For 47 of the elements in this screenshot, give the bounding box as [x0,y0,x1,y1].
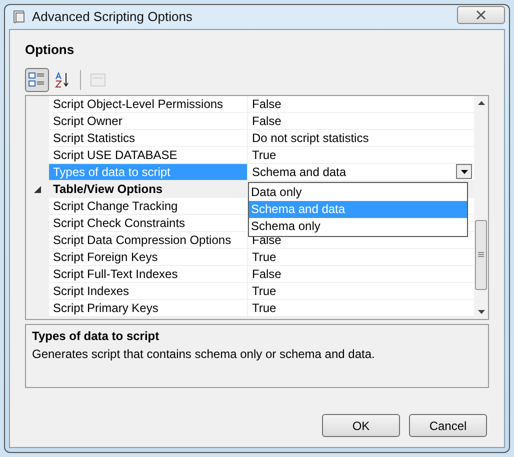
property-value: True [252,282,276,298]
property-pages-icon [89,70,107,88]
property-name[interactable]: Script Primary Keys [49,300,248,316]
property-name[interactable]: Script Foreign Keys [49,248,248,266]
dropdown-option[interactable]: Schema only [249,218,467,234]
value-cell[interactable]: False [248,96,474,112]
value-cell[interactable]: True [248,282,474,300]
property-name[interactable]: Script USE DATABASE [49,146,248,164]
property-value: True [252,300,276,316]
close-icon [476,10,486,20]
collapse-triangle-icon[interactable] [34,186,41,192]
property-value: Schema and data [252,164,346,180]
scroll-thumb[interactable] [475,220,487,290]
value-cell[interactable]: True [248,248,474,266]
dropdown-option[interactable]: Data only [249,184,467,200]
property-value: False [252,112,282,128]
value-cell[interactable]: False [248,112,474,130]
description-title: Types of data to script [32,328,160,344]
property-value: True [252,146,276,162]
window-title: Advanced Scripting Options [32,8,192,26]
dialog-button[interactable]: OK [322,414,400,437]
property-name[interactable]: Script Data Compression Options [49,232,248,248]
property-name[interactable]: Script Indexes [49,282,248,300]
property-value: Do not script statistics [252,130,369,146]
property-name[interactable]: Script Object-Level Permissions [49,96,248,112]
value-cell[interactable]: True [248,146,474,164]
grip-icon [478,252,484,257]
value-cell[interactable]: True [248,300,474,316]
property-name[interactable]: Script Change Tracking [49,198,248,214]
description-text: Generates script that contains schema only or schema and data. [32,346,376,362]
property-name[interactable]: Script Statistics [49,130,248,146]
property-value: False [252,266,282,282]
property-value: True [252,248,276,264]
property-name[interactable]: Script Owner [49,112,248,130]
dropdown-button[interactable] [456,164,472,179]
property-name[interactable]: Script Check Constraints [49,214,248,232]
close-button[interactable] [457,6,505,24]
property-name[interactable]: Script Full-Text Indexes [49,266,248,282]
section-title: Options [25,41,76,59]
dialog-button[interactable]: Cancel [409,414,487,437]
value-cell[interactable]: False [248,266,474,282]
category-label: Table/View Options [52,180,163,198]
value-cell[interactable]: Do not script statistics [248,130,474,146]
property-value: False [252,96,282,112]
categorized-icon [28,70,46,88]
value-cell[interactable]: Schema and data [248,164,474,180]
caret-icon [460,170,468,174]
